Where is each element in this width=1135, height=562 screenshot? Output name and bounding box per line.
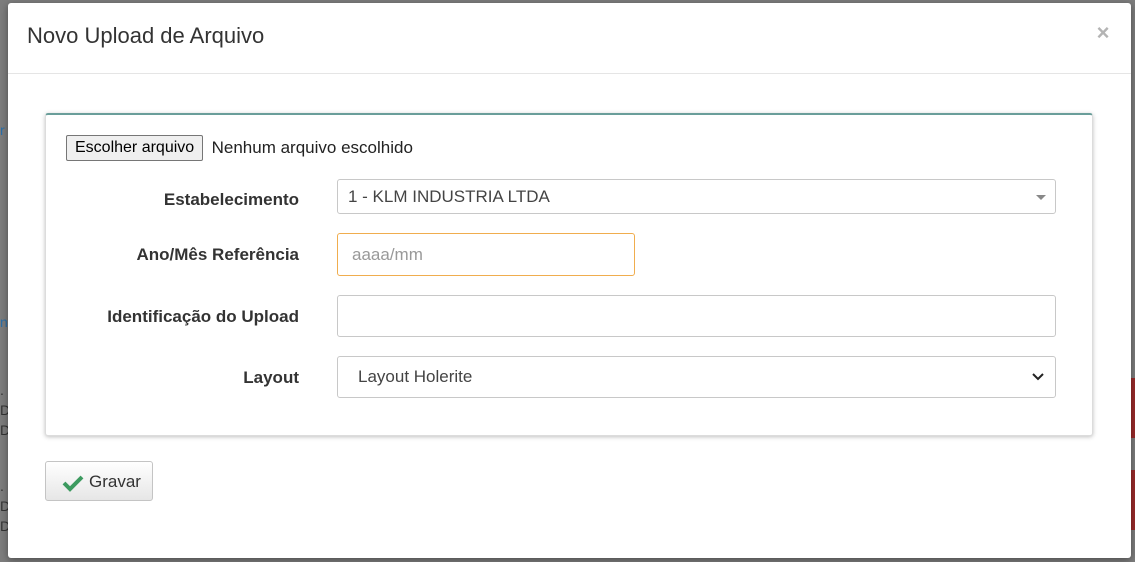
modal-header: Novo Upload de Arquivo × bbox=[8, 3, 1131, 74]
row-estabelecimento: Estabelecimento 1 - KLM INDUSTRIA LTDA bbox=[46, 179, 1092, 215]
file-status-text: Nenhum arquivo escolhido bbox=[211, 138, 413, 157]
identificacao-input[interactable] bbox=[337, 295, 1056, 337]
save-button[interactable]: Gravar bbox=[45, 461, 153, 501]
check-icon bbox=[62, 475, 84, 492]
background-page-fragment bbox=[1131, 470, 1135, 530]
background-page-fragment: .DD bbox=[0, 382, 8, 438]
dropdown-arrow-icon bbox=[1036, 195, 1046, 200]
identificacao-label: Identificação do Upload bbox=[107, 307, 299, 326]
layout-select[interactable]: Layout Holerite bbox=[337, 356, 1056, 398]
estabelecimento-label: Estabelecimento bbox=[163, 190, 299, 209]
row-layout: Layout Layout Holerite bbox=[46, 356, 1092, 399]
row-identificacao: Identificação do Upload bbox=[46, 295, 1092, 338]
form-panel: Escolher arquivo Nenhum arquivo escolhid… bbox=[45, 113, 1093, 436]
estabelecimento-select[interactable]: 1 - KLM INDUSTRIA LTDA bbox=[337, 179, 1056, 214]
layout-value: Layout Holerite bbox=[358, 367, 473, 386]
layout-label: Layout bbox=[243, 368, 299, 387]
background-page-fragment: n bbox=[0, 314, 8, 330]
ano-mes-input[interactable]: aaaa/mm bbox=[337, 233, 635, 276]
estabelecimento-value: 1 - KLM INDUSTRIA LTDA bbox=[348, 187, 550, 206]
save-button-label: Gravar bbox=[89, 472, 141, 491]
close-icon[interactable]: × bbox=[1093, 21, 1113, 45]
ano-mes-placeholder: aaaa/mm bbox=[352, 245, 423, 264]
file-input[interactable]: Escolher arquivo Nenhum arquivo escolhid… bbox=[66, 135, 413, 161]
chevron-down-icon bbox=[1032, 373, 1044, 381]
background-page-fragment bbox=[1131, 378, 1135, 438]
modal-title: Novo Upload de Arquivo bbox=[27, 23, 265, 48]
row-ano-mes: Ano/Mês Referência aaaa/mm bbox=[46, 233, 1092, 277]
upload-modal: Novo Upload de Arquivo × Escolher arquiv… bbox=[8, 3, 1131, 558]
choose-file-button[interactable]: Escolher arquivo bbox=[66, 135, 204, 161]
background-page-fragment: .DD bbox=[0, 478, 8, 534]
ano-mes-label: Ano/Mês Referência bbox=[136, 245, 300, 264]
background-page-fragment: r bbox=[0, 122, 5, 138]
